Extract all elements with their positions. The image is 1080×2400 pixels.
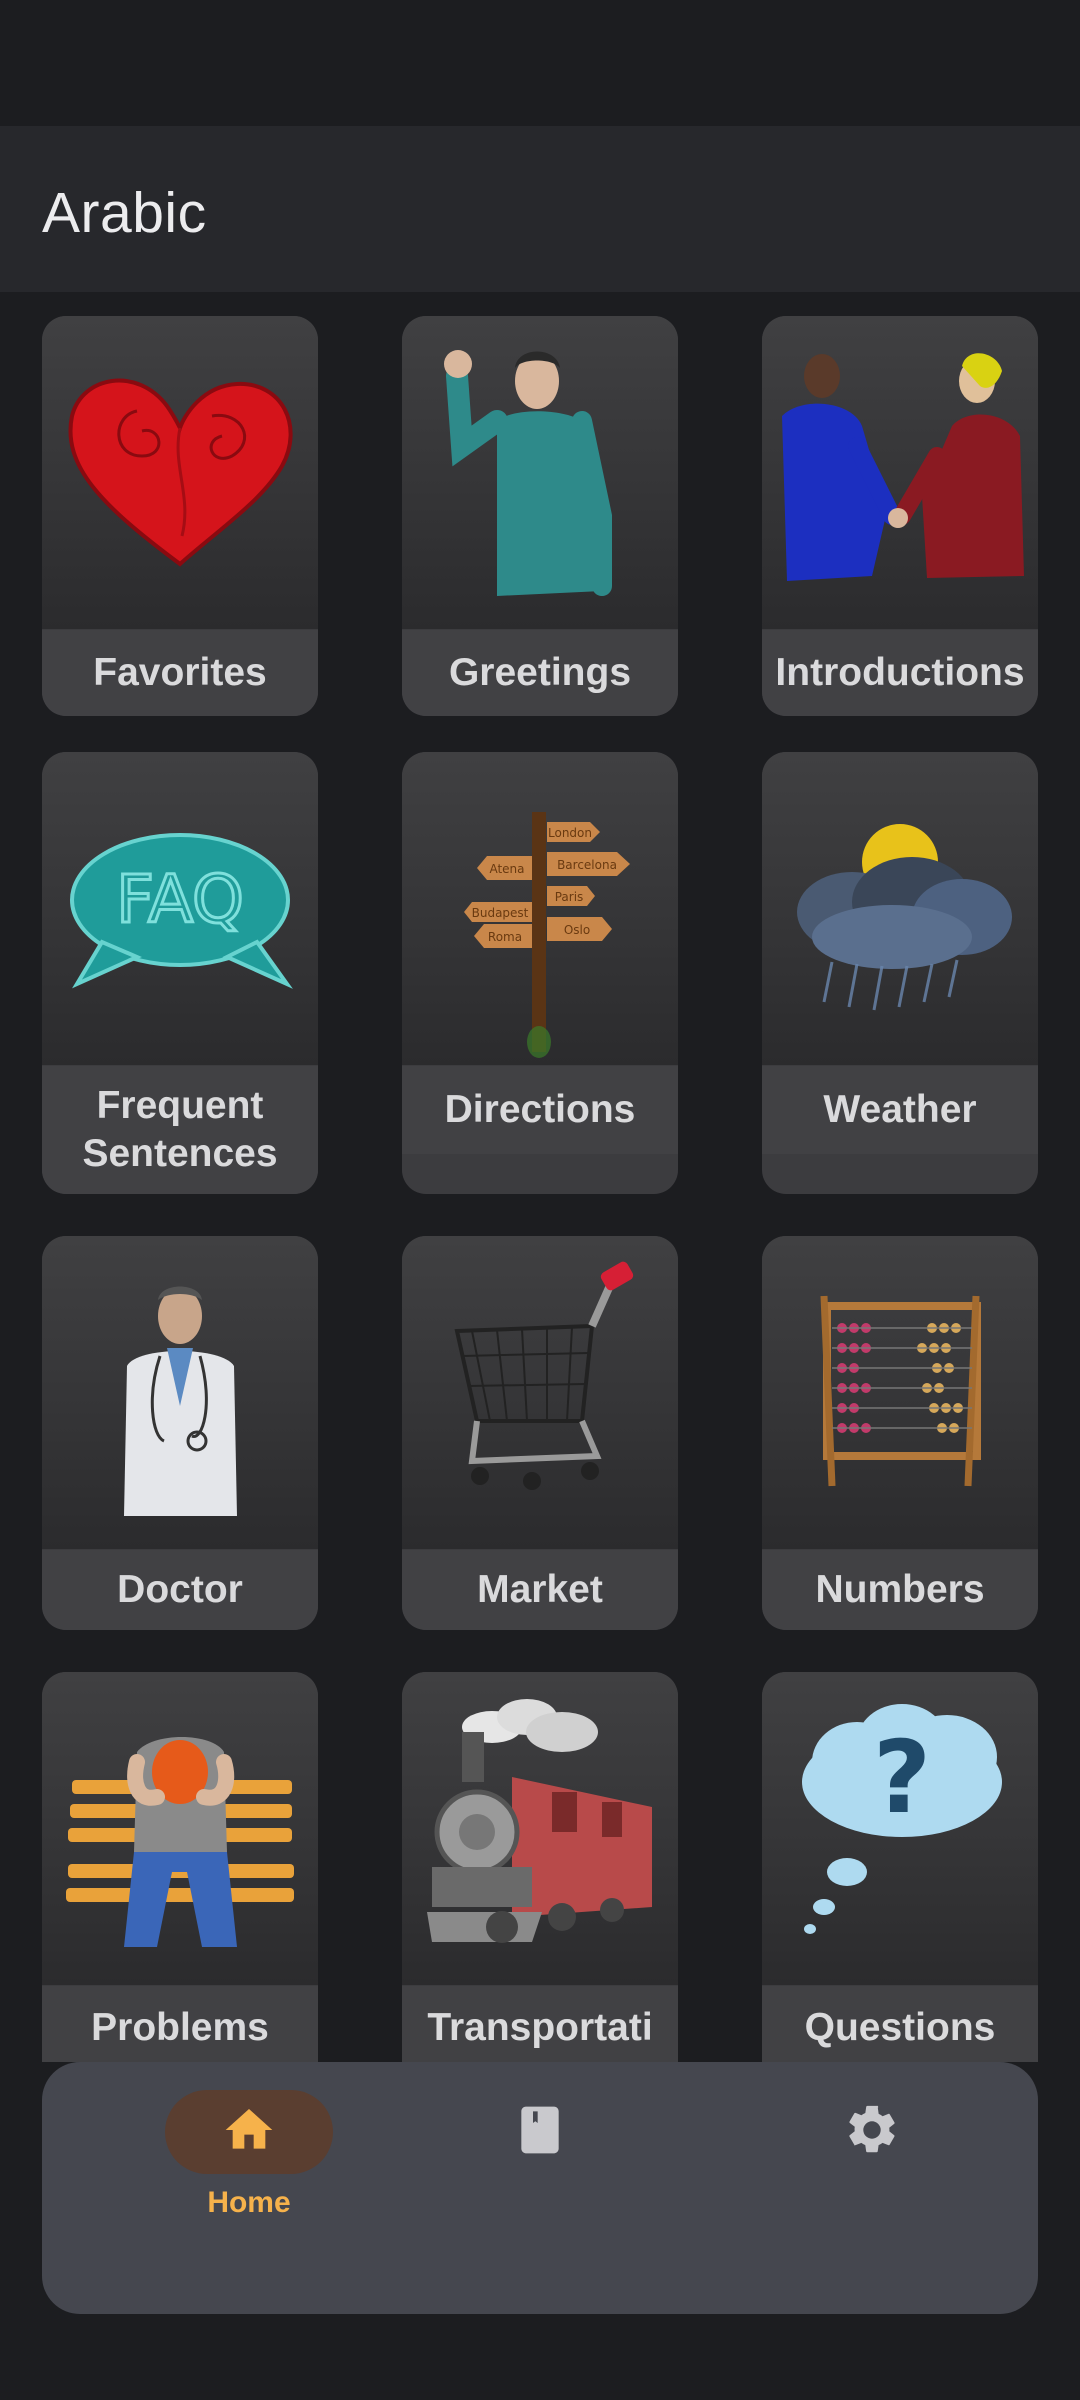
category-card-market[interactable]: Market bbox=[402, 1236, 678, 1630]
waving-man-icon bbox=[402, 316, 678, 629]
category-label: Favorites bbox=[42, 630, 318, 716]
signpost-word: Roma bbox=[488, 930, 522, 944]
heart-icon bbox=[42, 316, 318, 629]
category-label: Market bbox=[402, 1550, 678, 1630]
category-card-questions[interactable]: ? Questions bbox=[762, 1672, 1038, 2062]
signpost-word: London bbox=[548, 826, 592, 840]
handshake-icon bbox=[762, 316, 1038, 629]
status-bar bbox=[0, 0, 1080, 126]
svg-text:?: ? bbox=[873, 1719, 931, 1836]
category-grid: Favorites Greetings Introductions FAQ Fr… bbox=[0, 292, 1080, 2062]
nav-item-home[interactable]: Home bbox=[149, 2090, 349, 2240]
category-label: Problems bbox=[42, 1986, 318, 2062]
category-label: Greetings bbox=[402, 630, 678, 716]
category-label: Directions bbox=[402, 1066, 678, 1154]
category-card-introductions[interactable]: Introductions bbox=[762, 316, 1038, 716]
category-card-greetings[interactable]: Greetings bbox=[402, 316, 678, 716]
category-label: Introductions bbox=[762, 630, 1038, 716]
signpost-word: Oslo bbox=[564, 923, 590, 937]
category-card-doctor[interactable]: Doctor bbox=[42, 1236, 318, 1630]
nav-item-book[interactable] bbox=[440, 2090, 640, 2240]
abacus-icon bbox=[762, 1236, 1038, 1549]
category-card-numbers[interactable]: Numbers bbox=[762, 1236, 1038, 1630]
category-label: Weather bbox=[762, 1066, 1038, 1154]
category-label: Questions bbox=[762, 1986, 1038, 2062]
bottom-navigation-bar: Home bbox=[42, 2062, 1038, 2314]
category-label: Doctor bbox=[42, 1550, 318, 1630]
nav-item-settings[interactable] bbox=[772, 2090, 972, 2240]
category-card-favorites[interactable]: Favorites bbox=[42, 316, 318, 716]
faq-bubble-icon: FAQ bbox=[42, 752, 318, 1065]
app-bar: Arabic bbox=[0, 126, 1080, 292]
storm-cloud-sun-icon bbox=[762, 752, 1038, 1065]
book-icon bbox=[512, 2102, 568, 2163]
question-cloud-icon: ? bbox=[762, 1672, 1038, 1985]
home-icon bbox=[221, 2102, 277, 2163]
nav-label-home: Home bbox=[207, 2186, 291, 2219]
page-title: Arabic bbox=[42, 181, 207, 245]
signpost-word: Barcelona bbox=[557, 858, 617, 872]
signpost-icon: Atena London Barcelona Paris Budapest Ro… bbox=[402, 752, 678, 1065]
faq-text: FAQ bbox=[116, 861, 244, 938]
category-card-frequent-sentences[interactable]: FAQ Frequent Sentences bbox=[42, 752, 318, 1194]
category-card-problems[interactable]: Problems bbox=[42, 1672, 318, 2062]
stressed-man-bench-icon bbox=[42, 1672, 318, 1985]
gear-icon bbox=[843, 2101, 901, 2164]
signpost-word: Budapest bbox=[472, 906, 529, 920]
steam-train-icon bbox=[402, 1672, 678, 1985]
category-card-weather[interactable]: Weather bbox=[762, 752, 1038, 1194]
nav-home-indicator bbox=[165, 2090, 333, 2174]
category-label: Transportati bbox=[402, 1986, 678, 2062]
category-label: Numbers bbox=[762, 1550, 1038, 1630]
category-label: Frequent Sentences bbox=[42, 1066, 318, 1194]
category-card-transportation[interactable]: Transportati bbox=[402, 1672, 678, 2062]
signpost-word: Atena bbox=[489, 862, 524, 876]
category-card-directions[interactable]: Atena London Barcelona Paris Budapest Ro… bbox=[402, 752, 678, 1194]
doctor-icon bbox=[42, 1236, 318, 1549]
shopping-cart-icon bbox=[402, 1236, 678, 1549]
nav-pill bbox=[788, 2090, 956, 2174]
signpost-word: Paris bbox=[555, 890, 584, 904]
nav-pill bbox=[456, 2090, 624, 2174]
